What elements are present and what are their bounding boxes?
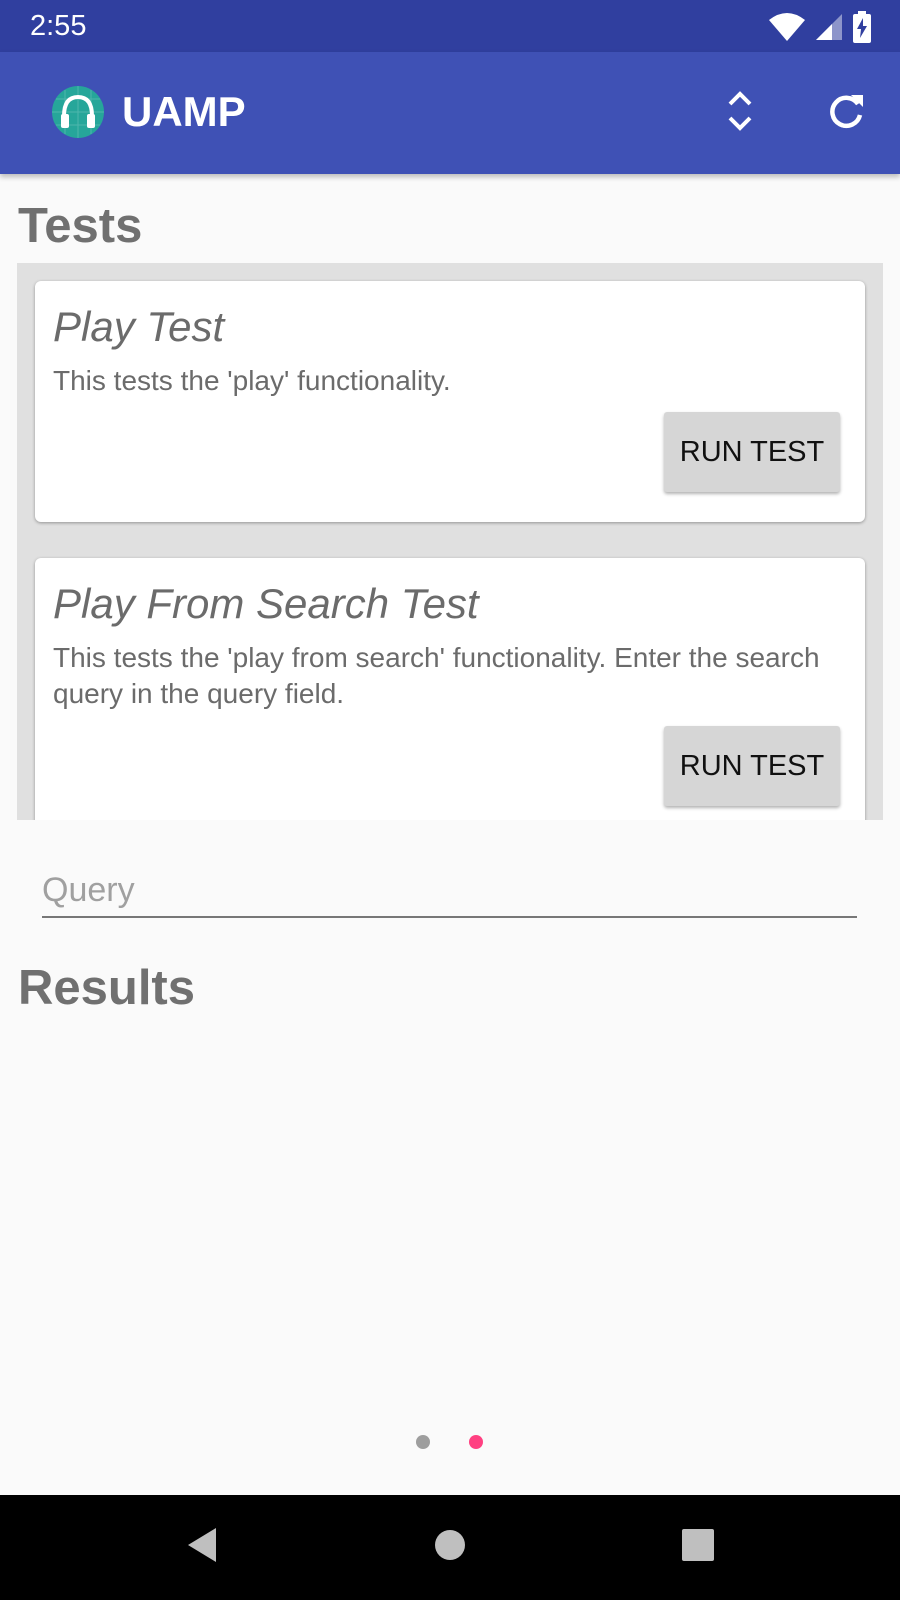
query-input[interactable] xyxy=(42,860,857,916)
wifi-icon xyxy=(768,12,806,42)
test-card-play-from-search: Play From Search Test This tests the 'pl… xyxy=(35,558,865,820)
results-heading: Results xyxy=(18,961,196,1015)
cell-signal-icon xyxy=(814,12,844,42)
expand-collapse-button[interactable] xyxy=(710,83,770,143)
test-card-title: Play From Search Test xyxy=(53,580,479,627)
home-button[interactable] xyxy=(420,1517,480,1577)
system-nav-bar xyxy=(0,1495,900,1600)
back-button[interactable] xyxy=(172,1517,232,1577)
test-list[interactable]: Play Test This tests the 'play' function… xyxy=(17,263,883,820)
status-time: 2:55 xyxy=(30,10,87,42)
query-field xyxy=(42,860,857,918)
app-title: UAMP xyxy=(122,88,246,135)
test-card-description: This tests the 'play from search' functi… xyxy=(53,642,820,709)
app-bar: UAMP xyxy=(0,52,900,174)
run-test-button[interactable]: RUN TEST xyxy=(664,726,840,806)
back-icon xyxy=(184,1525,220,1569)
test-card-title: Play Test xyxy=(53,303,225,350)
expand-collapse-icon xyxy=(725,89,755,137)
battery-charging-icon xyxy=(852,11,872,43)
home-icon xyxy=(433,1528,467,1566)
refresh-button[interactable] xyxy=(817,83,877,143)
test-card-play: Play Test This tests the 'play' function… xyxy=(35,281,865,522)
recents-icon xyxy=(681,1528,715,1566)
run-test-button[interactable]: RUN TEST xyxy=(664,412,840,492)
headphones-logo-icon xyxy=(52,86,104,138)
recents-button[interactable] xyxy=(668,1517,728,1577)
status-bar: 2:55 xyxy=(0,0,900,52)
tests-heading: Tests xyxy=(18,199,143,253)
page-dot-2-active[interactable] xyxy=(469,1435,483,1449)
status-icons xyxy=(768,10,872,44)
test-card-description: This tests the 'play' functionality. xyxy=(53,365,451,396)
page-indicator xyxy=(0,1433,900,1453)
refresh-icon xyxy=(827,91,867,135)
page-dot-1[interactable] xyxy=(416,1435,430,1449)
